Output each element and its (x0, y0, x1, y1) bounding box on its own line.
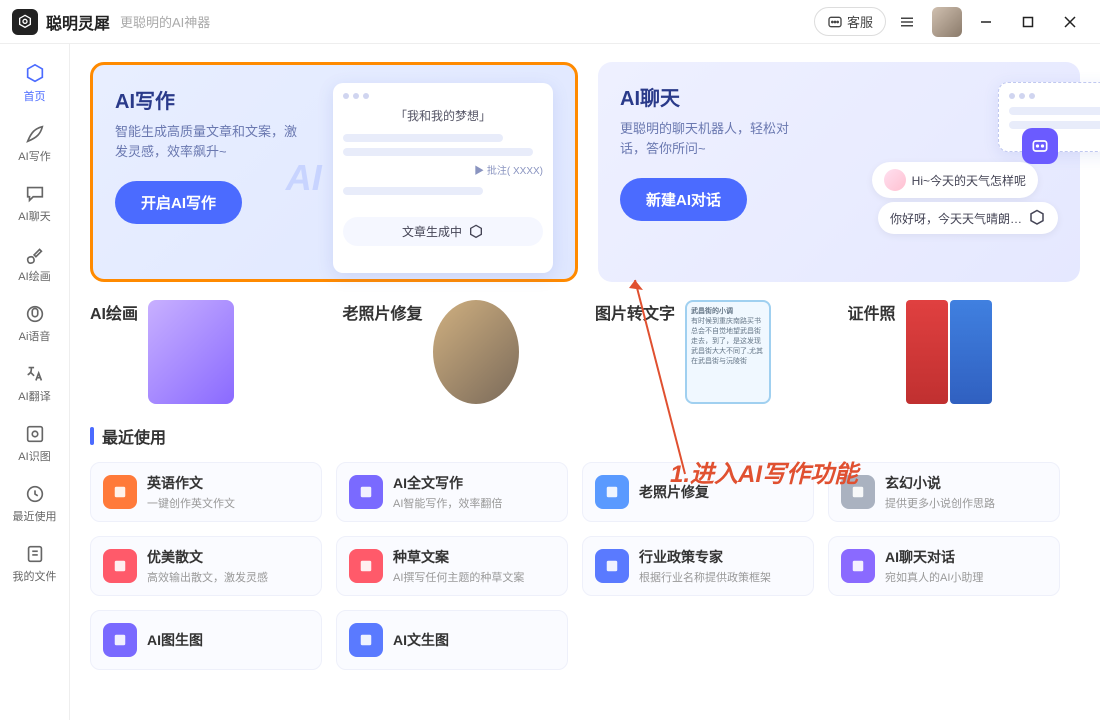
recent-item-title: 玄幻小说 (885, 473, 995, 493)
id-photo-preview-icon (906, 300, 992, 404)
sidebar-item-home[interactable]: 首页 (5, 54, 65, 112)
app-tagline: 更聪明的AI神器 (120, 12, 210, 31)
mock-window: 「我和我的梦想」 ▶ 批注( XXXX) 文章生成中 (333, 83, 553, 273)
recent-item[interactable]: 玄幻小说提供更多小说创作思路 (828, 462, 1060, 522)
ocr-preview-icon: 武昌街的小调有时候到重庆南路买书总会不自觉地望武昌街走去，到了，是这发现武昌街大… (685, 300, 771, 404)
recent-item-title: 英语作文 (147, 473, 235, 493)
new-ai-chat-button[interactable]: 新建AI对话 (620, 178, 747, 221)
sidebar-item-files[interactable]: 我的文件 (5, 534, 65, 592)
sidebar-item-voice[interactable]: Ai语音 (5, 294, 65, 352)
recent-item[interactable]: 优美散文高效输出散文，激发灵感 (90, 536, 322, 596)
recent-item-icon (103, 549, 137, 583)
recent-item-desc: 一键创作英文作文 (147, 495, 235, 511)
painting-preview-icon (148, 300, 234, 404)
recent-item-title: 种草文案 (393, 547, 524, 567)
minimize-button[interactable] (968, 7, 1004, 37)
recent-item[interactable]: AI全文写作 AI智能写作，效率翻倍 (336, 462, 568, 522)
recent-item-icon (103, 623, 137, 657)
recent-item-icon (349, 549, 383, 583)
recent-item[interactable]: 行业政策专家根据行业名称提供政策框架 (582, 536, 814, 596)
recent-item-desc: 根据行业名称提供政策框架 (639, 569, 771, 585)
recent-item-title: AI全文写作 (393, 473, 502, 493)
sidebar-item-painting[interactable]: AI绘画 (5, 234, 65, 292)
hero-write-desc: 智能生成高质量文章和文案，激发灵感，效率飙升~ (115, 122, 308, 161)
recent-item[interactable]: AI文生图 (336, 610, 568, 670)
recent-item[interactable]: 种草文案 AI撰写任何主题的种草文案 (336, 536, 568, 596)
sidebar-item-image-recognition[interactable]: AI识图 (5, 414, 65, 472)
feature-photo-restore[interactable]: 老照片修复 (343, 300, 576, 404)
chat-bubble-1: Hi~今天的天气怎样呢 (872, 162, 1038, 198)
feature-id-photo[interactable]: 证件照 (848, 300, 1081, 404)
app-title: 聪明灵犀 (46, 10, 110, 34)
ai-mark-icon: AI (286, 157, 322, 199)
recent-item[interactable]: 英语作文一键创作英文作文 (90, 462, 322, 522)
recent-item-title: 优美散文 (147, 547, 268, 567)
recent-item-icon (349, 623, 383, 657)
recent-item-title: 老照片修复 (639, 482, 709, 502)
hero-write-title: AI写作 (115, 85, 308, 114)
hamburger-menu-icon[interactable] (892, 7, 922, 37)
recent-item-desc: AI智能写作，效率翻倍 (393, 495, 502, 511)
customer-service-button[interactable]: 客服 (814, 7, 886, 36)
sidebar-item-chat[interactable]: AI聊天 (5, 174, 65, 232)
sidebar-item-recent[interactable]: 最近使用 (5, 474, 65, 532)
photo-preview-icon (433, 300, 519, 404)
recent-item-desc: 高效输出散文，激发灵感 (147, 569, 268, 585)
hero-chat-desc: 更聪明的聊天机器人，轻松对话，答你所问~ (620, 119, 813, 158)
sidebar-item-translate[interactable]: AI翻译 (5, 354, 65, 412)
close-button[interactable] (1052, 7, 1088, 37)
recent-item[interactable]: AI图生图 (90, 610, 322, 670)
recent-item-desc: 宛如真人的AI小助理 (885, 569, 983, 585)
recent-item-icon (841, 549, 875, 583)
recent-item-desc: 提供更多小说创作思路 (885, 495, 995, 511)
recent-item-title: AI图生图 (147, 630, 203, 650)
start-ai-writing-button[interactable]: 开启AI写作 (115, 181, 242, 224)
hero-ai-chat[interactable]: AI聊天 更聪明的聊天机器人，轻松对话，答你所问~ 新建AI对话 Hi~今天的天… (598, 62, 1080, 282)
recent-item[interactable]: AI聊天对话宛如真人的AI小助理 (828, 536, 1060, 596)
recent-item-icon (595, 475, 629, 509)
app-logo-icon (12, 9, 38, 35)
recent-item-title: AI聊天对话 (885, 547, 983, 567)
recent-item-icon (841, 475, 875, 509)
feature-image-to-text[interactable]: 图片转文字 武昌街的小调有时候到重庆南路买书总会不自觉地望武昌街走去，到了，是这… (595, 300, 828, 404)
recent-item-icon (349, 475, 383, 509)
maximize-button[interactable] (1010, 7, 1046, 37)
hero-ai-writing[interactable]: AI写作 智能生成高质量文章和文案，激发灵感，效率飙升~ 开启AI写作 AI 「… (90, 62, 578, 282)
recent-item[interactable]: 老照片修复 (582, 462, 814, 522)
recent-item-title: 行业政策专家 (639, 547, 771, 567)
avatar[interactable] (932, 7, 962, 37)
sidebar-item-writing[interactable]: AI写作 (5, 114, 65, 172)
recent-item-icon (595, 549, 629, 583)
chat-face-icon (1022, 128, 1058, 164)
feature-ai-painting[interactable]: AI绘画 (90, 300, 323, 404)
recent-section-title: 最近使用 (90, 424, 1080, 448)
recent-item-title: AI文生图 (393, 630, 449, 650)
chat-bubble-2: 你好呀，今天天气晴朗… (878, 202, 1058, 234)
sidebar: 首页 AI写作 AI聊天 AI绘画 Ai语音 AI翻译 AI识图 最近使用 我的… (0, 44, 70, 720)
recent-item-desc: AI撰写任何主题的种草文案 (393, 569, 524, 585)
hero-chat-title: AI聊天 (620, 82, 813, 111)
recent-item-icon (103, 475, 137, 509)
